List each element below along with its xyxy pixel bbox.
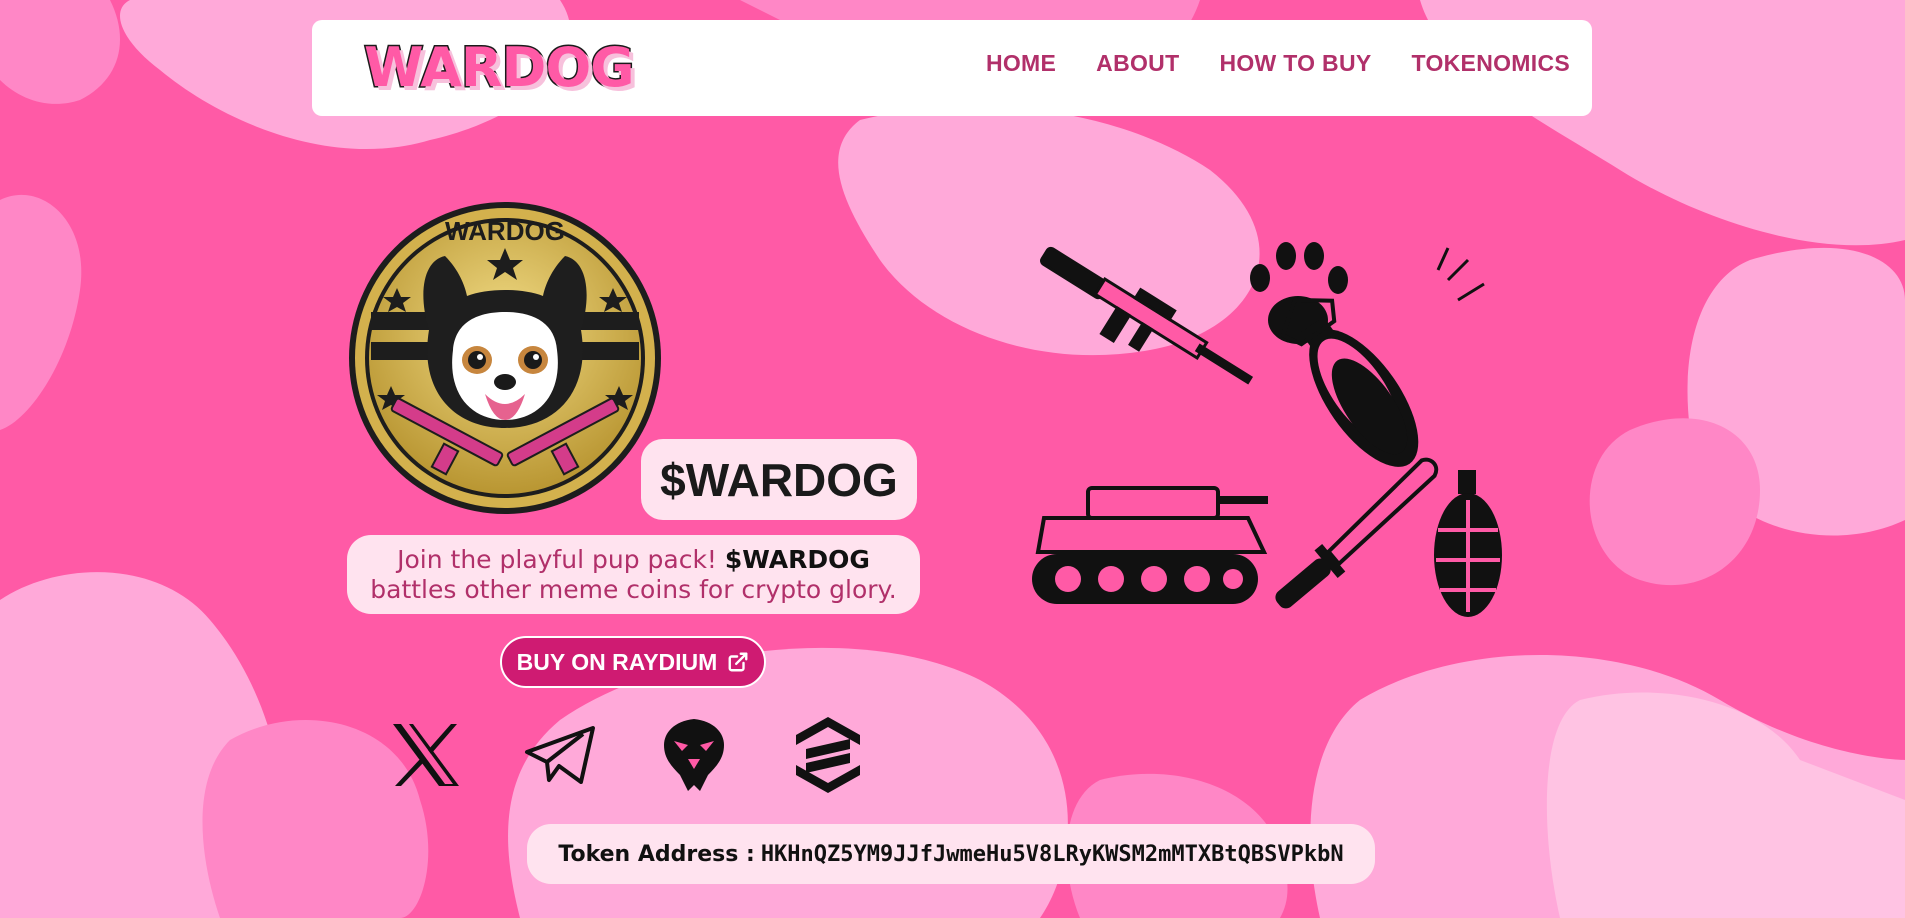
x-link[interactable] — [388, 712, 464, 798]
svg-text:WARDOG: WARDOG — [445, 216, 565, 246]
weapons-illustration — [1032, 242, 1502, 617]
knife-icon — [1275, 457, 1439, 609]
tagline-line-1: Join the playful pup pack! $WARDOG — [397, 544, 870, 574]
buy-on-raydium-button[interactable]: BUY ON RAYDIUM — [500, 636, 766, 688]
wardog-logo[interactable]: WARDOG — [363, 36, 637, 99]
nav-menu: HOME ABOUT HOW TO BUY TOKENOMICS — [986, 50, 1570, 77]
ticker-badge: $WARDOG — [641, 439, 917, 520]
tagline-ticker: $WARDOG — [724, 544, 870, 574]
tagline-box: Join the playful pup pack! $WARDOG battl… — [347, 535, 920, 614]
buy-button-label: BUY ON RAYDIUM — [516, 648, 718, 675]
wardog-coin-image: WARDOG — [349, 202, 661, 514]
x-icon — [393, 724, 459, 786]
token-address-box[interactable]: Token Address : HKHnQZ5YM9JJfJwmeHu5V8LR… — [527, 824, 1375, 884]
eagle-link[interactable] — [656, 712, 732, 798]
grenade-icon — [1434, 470, 1502, 617]
nav-link-how-to-buy[interactable]: HOW TO BUY — [1219, 50, 1371, 77]
token-address-value[interactable]: HKHnQZ5YM9JJfJwmeHu5V8LRyKWSM2mMTXBtQBSV… — [761, 842, 1344, 867]
eagle-icon — [664, 719, 724, 791]
telegram-icon — [525, 726, 595, 784]
bomb-icon — [1280, 247, 1485, 467]
social-links — [388, 712, 866, 798]
nav-link-about[interactable]: ABOUT — [1096, 50, 1179, 77]
background-camo — [0, 0, 1905, 918]
paw-icon — [1250, 242, 1348, 344]
tank-icon — [1032, 486, 1268, 604]
rifle-icon — [1040, 246, 1254, 385]
exchange-logo-icon — [796, 717, 860, 793]
external-link-icon — [728, 652, 748, 672]
nav-link-home[interactable]: HOME — [986, 50, 1056, 77]
tagline-line-2: battles other meme coins for crypto glor… — [370, 574, 897, 604]
top-navbar: WARDOG HOME ABOUT HOW TO BUY TOKENOMICS — [312, 20, 1592, 116]
token-address-label: Token Address : — [558, 841, 755, 867]
nav-link-tokenomics[interactable]: TOKENOMICS — [1412, 50, 1570, 77]
exchange-link[interactable] — [790, 712, 866, 798]
telegram-link[interactable] — [522, 712, 598, 798]
